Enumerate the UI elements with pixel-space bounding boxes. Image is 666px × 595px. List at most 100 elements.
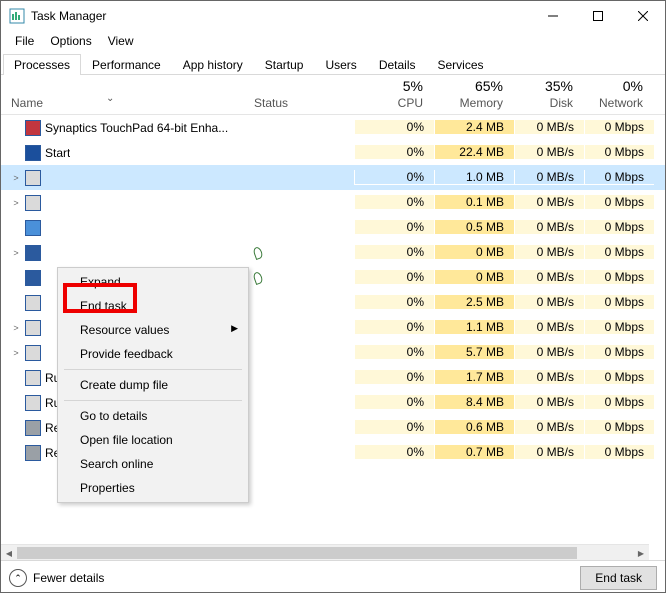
process-cpu: 0% — [354, 370, 434, 385]
process-network: 0 Mbps — [584, 345, 654, 360]
process-icon — [25, 420, 41, 436]
process-icon — [25, 320, 41, 336]
menu-item-expand[interactable]: Expand — [60, 270, 246, 294]
column-network-label: Network — [599, 96, 643, 110]
process-memory: 0 MB — [434, 270, 514, 285]
process-grid: ⌄ Name Status 5% CPU 65% Memory 35% Disk… — [1, 75, 665, 561]
titlebar: Task Manager — [1, 1, 665, 31]
tab-users[interactable]: Users — [314, 54, 367, 75]
scroll-right-button[interactable]: ▶ — [633, 545, 649, 561]
end-task-button[interactable]: End task — [580, 566, 657, 590]
process-cpu: 0% — [354, 395, 434, 410]
process-memory: 0.6 MB — [434, 420, 514, 435]
tab-processes[interactable]: Processes — [3, 54, 81, 75]
table-row[interactable]: Synaptics TouchPad 64-bit Enha...0%2.4 M… — [1, 115, 665, 140]
expander-icon[interactable]: > — [11, 173, 21, 183]
process-network: 0 Mbps — [584, 295, 654, 310]
expander-icon[interactable]: > — [11, 348, 21, 358]
table-row[interactable]: 0%0.5 MB0 MB/s0 Mbps — [1, 215, 665, 240]
scroll-left-button[interactable]: ◀ — [1, 545, 17, 561]
column-memory[interactable]: 65% Memory — [434, 78, 514, 110]
network-usage-pct: 0% — [623, 78, 643, 94]
app-icon — [9, 8, 25, 24]
table-row[interactable]: >0%0 MB0 MB/s0 Mbps — [1, 240, 665, 265]
process-name: Start — [45, 146, 70, 160]
process-memory: 0.1 MB — [434, 195, 514, 210]
tab-details[interactable]: Details — [368, 54, 427, 75]
process-network: 0 Mbps — [584, 245, 654, 260]
tab-startup[interactable]: Startup — [254, 54, 315, 75]
menu-item-provide-feedback[interactable]: Provide feedback — [60, 342, 246, 366]
menu-item-resource-values[interactable]: Resource values▶ — [60, 318, 246, 342]
process-disk: 0 MB/s — [514, 370, 584, 385]
process-icon — [25, 220, 41, 236]
menu-options[interactable]: Options — [42, 32, 99, 50]
table-row[interactable]: >0%1.0 MB0 MB/s0 Mbps — [1, 165, 665, 190]
process-cpu: 0% — [354, 445, 434, 460]
tab-performance[interactable]: Performance — [81, 54, 172, 75]
menu-item-go-to-details[interactable]: Go to details — [60, 404, 246, 428]
column-cpu[interactable]: 5% CPU — [354, 78, 434, 110]
menu-separator — [64, 369, 242, 370]
process-network: 0 Mbps — [584, 170, 654, 185]
maximize-button[interactable] — [575, 1, 620, 31]
submenu-arrow-icon: ▶ — [231, 323, 238, 334]
process-network: 0 Mbps — [584, 270, 654, 285]
process-cpu: 0% — [354, 170, 434, 185]
expander-icon[interactable]: > — [11, 198, 21, 208]
scroll-thumb[interactable] — [17, 547, 577, 559]
process-status — [254, 272, 354, 284]
table-row[interactable]: Start0%22.4 MB0 MB/s0 Mbps — [1, 140, 665, 165]
process-icon — [25, 120, 41, 136]
process-icon — [25, 370, 41, 386]
process-network: 0 Mbps — [584, 420, 654, 435]
process-memory: 22.4 MB — [434, 145, 514, 160]
minimize-button[interactable] — [530, 1, 575, 31]
disk-usage-pct: 35% — [545, 78, 573, 94]
process-memory: 5.7 MB — [434, 345, 514, 360]
column-status[interactable]: Status — [254, 96, 354, 110]
process-memory: 1.7 MB — [434, 370, 514, 385]
menu-item-end-task[interactable]: End task — [60, 294, 246, 318]
process-network: 0 Mbps — [584, 320, 654, 335]
expander-icon[interactable]: > — [11, 323, 21, 333]
process-network: 0 Mbps — [584, 145, 654, 160]
tab-bar: ProcessesPerformanceApp historyStartupUs… — [1, 53, 665, 75]
process-icon — [25, 445, 41, 461]
fewer-details-button[interactable]: ⌃ Fewer details — [9, 569, 580, 587]
close-button[interactable] — [620, 1, 665, 31]
expander-icon[interactable]: > — [11, 248, 21, 258]
menu-separator — [64, 400, 242, 401]
process-network: 0 Mbps — [584, 395, 654, 410]
column-disk[interactable]: 35% Disk — [514, 78, 584, 110]
process-cpu: 0% — [354, 270, 434, 285]
horizontal-scrollbar[interactable]: ◀ ▶ — [1, 544, 649, 560]
process-cpu: 0% — [354, 320, 434, 335]
menu-item-create-dump-file[interactable]: Create dump file — [60, 373, 246, 397]
process-icon — [25, 345, 41, 361]
process-disk: 0 MB/s — [514, 170, 584, 185]
tab-services[interactable]: Services — [427, 54, 495, 75]
tab-app-history[interactable]: App history — [172, 54, 254, 75]
column-disk-label: Disk — [550, 96, 573, 110]
column-network[interactable]: 0% Network — [584, 78, 654, 110]
column-name[interactable]: ⌄ Name — [1, 96, 254, 110]
process-disk: 0 MB/s — [514, 445, 584, 460]
table-row[interactable]: >0%0.1 MB0 MB/s0 Mbps — [1, 190, 665, 215]
menubar: FileOptionsView — [1, 31, 665, 51]
process-cpu: 0% — [354, 345, 434, 360]
menu-item-search-online[interactable]: Search online — [60, 452, 246, 476]
process-disk: 0 MB/s — [514, 320, 584, 335]
process-cpu: 0% — [354, 195, 434, 210]
process-disk: 0 MB/s — [514, 395, 584, 410]
process-disk: 0 MB/s — [514, 220, 584, 235]
process-disk: 0 MB/s — [514, 145, 584, 160]
menu-view[interactable]: View — [100, 32, 142, 50]
menu-file[interactable]: File — [7, 32, 42, 50]
process-cpu: 0% — [354, 420, 434, 435]
process-memory: 0 MB — [434, 245, 514, 260]
menu-item-open-file-location[interactable]: Open file location — [60, 428, 246, 452]
menu-item-properties[interactable]: Properties — [60, 476, 246, 500]
process-cpu: 0% — [354, 295, 434, 310]
process-memory: 1.0 MB — [434, 170, 514, 185]
